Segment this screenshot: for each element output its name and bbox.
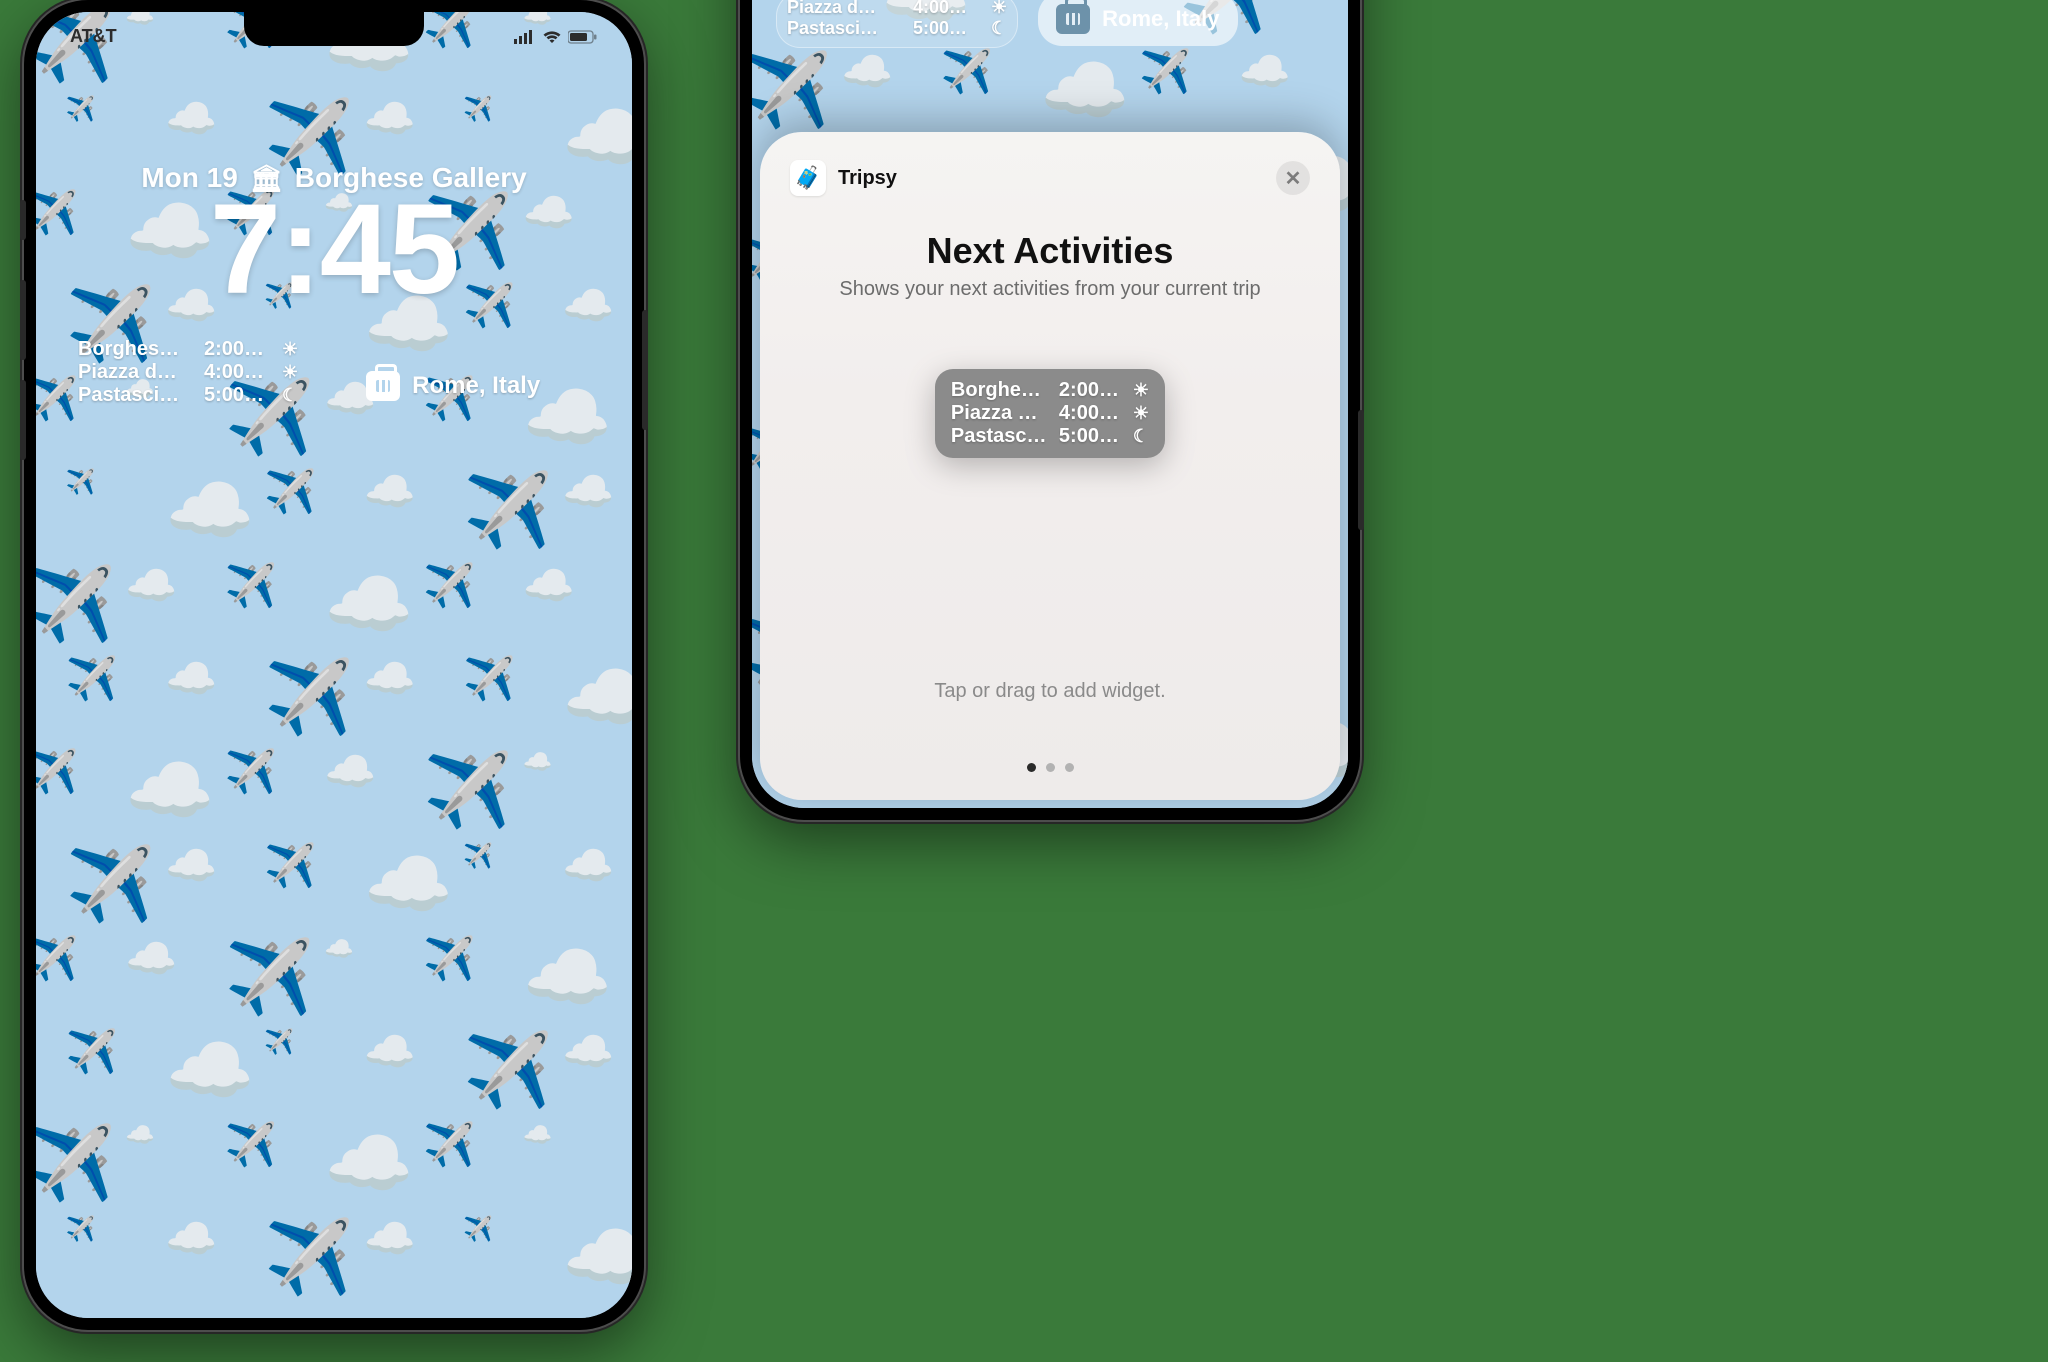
activity-time: 2:00…	[1059, 379, 1123, 402]
sun-icon: ☀	[1133, 403, 1149, 424]
wifi-icon	[542, 30, 562, 44]
cellular-icon	[514, 30, 536, 44]
page-dot[interactable]	[1027, 763, 1036, 772]
page-dot[interactable]	[1046, 763, 1055, 772]
location-widget-boxed[interactable]: Rome, Italy	[1038, 0, 1237, 46]
activity-row: Pastasci… 5:00… ☾	[787, 18, 1007, 39]
location-widget[interactable]: Rome, Italy	[366, 364, 540, 407]
activity-row: Borghes… 2:00… ☀	[951, 379, 1149, 402]
location-label: Rome, Italy	[412, 372, 540, 400]
activity-time: 4:00…	[913, 0, 983, 18]
sun-icon: ☀	[282, 362, 298, 383]
page-dot[interactable]	[1065, 763, 1074, 772]
moon-icon: ☾	[1133, 426, 1149, 447]
activity-name: Pastasci…	[78, 384, 196, 407]
carrier-label: AT&T	[70, 26, 117, 47]
activity-name: Pastasci…	[951, 425, 1049, 448]
app-name: Tripsy	[838, 167, 897, 190]
activity-time: 4:00…	[1059, 402, 1123, 425]
suitcase-icon	[366, 371, 400, 401]
sheet-title: Next Activities	[790, 230, 1310, 272]
activity-name: Piazza d…	[787, 0, 905, 18]
moon-icon: ☾	[991, 18, 1007, 39]
clock-time: 7:45	[36, 186, 632, 314]
location-label: Rome, Italy	[1102, 6, 1219, 32]
app-icon: 🧳	[790, 160, 826, 196]
activity-name: Piazza d…	[951, 402, 1049, 425]
moon-icon: ☾	[282, 385, 298, 406]
activity-name: Borghes…	[951, 379, 1049, 402]
sun-icon: ☀	[991, 0, 1007, 18]
activity-name: Pastasci…	[787, 18, 905, 39]
activity-time: 4:00…	[204, 361, 274, 384]
activity-row: Pastasci… 5:00… ☾	[951, 425, 1149, 448]
widget-preview[interactable]: Borghes… 2:00… ☀ Piazza d… 4:00… ☀ Pastasci… 5:…	[935, 369, 1165, 458]
iphone-right: ✈️☁️✈️☁️✈️☁️✈️☁️✈️☁️✈️☁️✈️☁️✈️☁️✈️☁️✈️☁️…	[740, 0, 1360, 820]
widget-gallery-screen[interactable]: ✈️☁️✈️☁️✈️☁️✈️☁️✈️☁️✈️☁️✈️☁️✈️☁️✈️☁️✈️☁️…	[752, 0, 1348, 808]
page-indicator[interactable]	[790, 763, 1310, 772]
suitcase-icon	[1056, 4, 1090, 34]
activity-name: Borghes…	[78, 338, 196, 361]
activity-time: 5:00…	[1059, 425, 1123, 448]
widget-picker-sheet[interactable]: 🧳 Tripsy ✕ Next Activities Shows your ne…	[760, 132, 1340, 800]
activity-time: 2:00…	[204, 338, 274, 361]
close-icon: ✕	[1285, 166, 1302, 191]
activity-time: 5:00…	[204, 384, 274, 407]
lock-screen[interactable]: ✈️☁️✈️☁️✈️☁️✈️☁️✈️☁️✈️☁️✈️☁️✈️☁️✈️☁️✈️☁️…	[36, 12, 632, 1318]
battery-icon	[568, 30, 598, 44]
activity-time: 5:00…	[913, 18, 983, 39]
sheet-subtitle: Shows your next activities from your cur…	[790, 278, 1310, 301]
sun-icon: ☀	[1133, 380, 1149, 401]
iphone-left: ✈️☁️✈️☁️✈️☁️✈️☁️✈️☁️✈️☁️✈️☁️✈️☁️✈️☁️✈️☁️…	[24, 0, 644, 1330]
status-bar: AT&T	[36, 26, 632, 47]
activity-row: Piazza d… 4:00… ☀	[787, 0, 1007, 18]
close-button[interactable]: ✕	[1276, 161, 1310, 195]
sun-icon: ☀	[282, 339, 298, 360]
activity-row: Borghes… 2:00… ☀	[78, 338, 298, 361]
activity-row: Pastasci… 5:00… ☾	[78, 384, 298, 407]
add-widget-hint: Tap or drag to add widget.	[790, 680, 1310, 703]
activity-row: Piazza d… 4:00… ☀	[951, 402, 1149, 425]
next-activities-widget[interactable]: Borghes… 2:00… ☀ Piazza d… 4:00… ☀ Pastasci… 5:…	[78, 338, 298, 407]
activity-name: Piazza d…	[78, 361, 196, 384]
next-activities-widget-boxed[interactable]: Piazza d… 4:00… ☀ Pastasci… 5:00… ☾	[776, 0, 1018, 48]
activity-row: Piazza d… 4:00… ☀	[78, 361, 298, 384]
